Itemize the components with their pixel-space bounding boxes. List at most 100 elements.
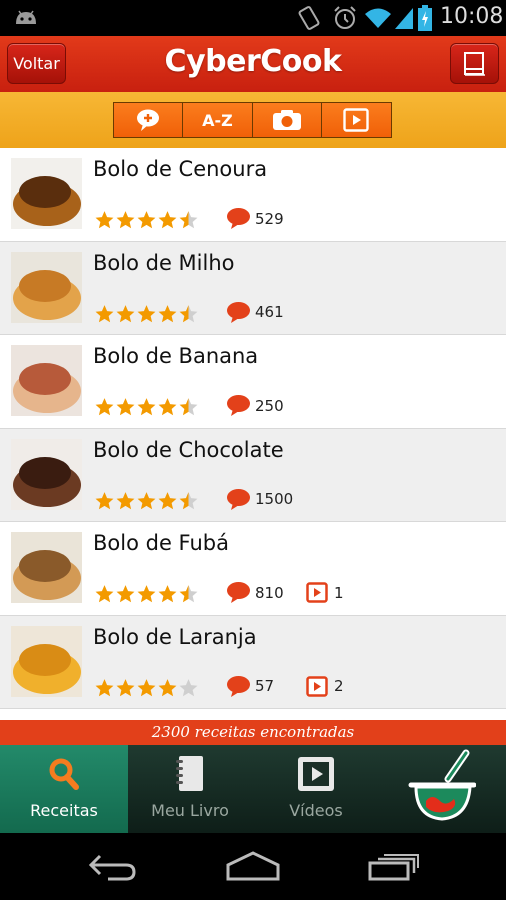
rating-stars bbox=[94, 304, 199, 323]
comment-count-value: 250 bbox=[255, 396, 284, 415]
search-icon bbox=[49, 758, 79, 790]
list-item[interactable]: Bolo de Banana 250 bbox=[0, 335, 506, 429]
comment-plus-icon bbox=[137, 109, 160, 131]
filter-tabs: A-Z bbox=[113, 102, 392, 138]
star-icon bbox=[137, 211, 156, 229]
comment-count: 1500 bbox=[226, 488, 293, 511]
star-icon bbox=[158, 585, 177, 603]
tab-videos[interactable] bbox=[321, 103, 391, 137]
star-icon bbox=[137, 304, 156, 322]
alarm-icon bbox=[334, 6, 356, 29]
star-icon bbox=[158, 398, 177, 416]
rating-stars bbox=[94, 584, 199, 603]
cooking-pot-icon[interactable] bbox=[408, 749, 476, 825]
filter-toolbar: A-Z bbox=[0, 92, 506, 148]
signal-icon bbox=[395, 8, 413, 29]
star-icon bbox=[116, 585, 135, 603]
book-button[interactable] bbox=[450, 43, 499, 84]
back-icon[interactable] bbox=[88, 853, 138, 881]
video-icon bbox=[306, 675, 328, 697]
recent-apps-icon[interactable] bbox=[368, 853, 420, 881]
rating-stars bbox=[94, 397, 199, 416]
tab-comments[interactable] bbox=[114, 103, 184, 137]
comment-count-value: 57 bbox=[255, 677, 275, 695]
list-item[interactable]: Bolo de Laranja 57 2 bbox=[0, 615, 506, 709]
list-item[interactable]: Bolo de Chocolate 1500 bbox=[0, 428, 506, 522]
status-bar: 10:08 bbox=[0, 0, 506, 36]
rating-stars bbox=[94, 210, 199, 229]
tab-az[interactable]: A-Z bbox=[183, 103, 253, 137]
star-icon bbox=[158, 211, 177, 229]
recipe-thumbnail bbox=[11, 438, 82, 510]
nav-tab-receitas[interactable]: Receitas bbox=[0, 745, 128, 833]
star-icon bbox=[158, 304, 177, 322]
nav-tab-label: Receitas bbox=[30, 801, 98, 820]
comment-icon bbox=[227, 395, 250, 416]
video-count: 2 bbox=[306, 675, 344, 697]
comment-count: 461 bbox=[226, 301, 284, 324]
comment-icon bbox=[227, 582, 250, 603]
star-icon bbox=[116, 398, 135, 416]
nav-tab-label: Vídeos bbox=[289, 801, 343, 820]
recipe-title: Bolo de Chocolate bbox=[93, 437, 284, 462]
comment-count: 529 bbox=[226, 207, 284, 230]
rating-stars bbox=[94, 678, 199, 697]
star-icon bbox=[179, 211, 198, 229]
star-icon bbox=[95, 678, 114, 696]
screen-rotation-icon bbox=[298, 6, 320, 30]
star-icon bbox=[137, 398, 156, 416]
comment-count-value: 529 bbox=[255, 209, 284, 228]
battery-charging-icon bbox=[418, 5, 432, 31]
video-count: 1 bbox=[306, 582, 344, 603]
wifi-icon bbox=[365, 8, 391, 28]
star-icon bbox=[95, 304, 114, 322]
comment-count: 250 bbox=[226, 394, 284, 417]
comment-icon bbox=[227, 675, 250, 697]
recipe-title: Bolo de Cenoura bbox=[93, 157, 268, 181]
star-icon bbox=[179, 304, 198, 322]
star-icon bbox=[137, 491, 156, 509]
star-icon bbox=[179, 585, 198, 603]
star-icon bbox=[95, 211, 114, 229]
clock: 10:08 bbox=[440, 4, 504, 29]
star-icon bbox=[179, 678, 198, 696]
comment-count: 810 bbox=[226, 581, 284, 604]
list-item[interactable]: Bolo de Milho 461 bbox=[0, 241, 506, 335]
recipe-thumbnail bbox=[11, 158, 82, 229]
list-item[interactable]: Bolo de Cenoura 529 bbox=[0, 148, 506, 242]
comment-icon bbox=[227, 208, 250, 229]
comment-icon bbox=[227, 301, 250, 323]
android-icon bbox=[16, 10, 36, 24]
recipe-title: Bolo de Fubá bbox=[93, 531, 229, 555]
recipe-title: Bolo de Laranja bbox=[93, 624, 257, 649]
star-icon bbox=[116, 211, 135, 229]
star-icon bbox=[95, 398, 114, 416]
video-icon bbox=[343, 108, 370, 132]
recipe-title: Bolo de Milho bbox=[93, 250, 235, 275]
nav-tab-label: Meu Livro bbox=[151, 801, 229, 820]
recipe-title: Bolo de Banana bbox=[93, 344, 259, 368]
comment-icon bbox=[227, 488, 250, 510]
comment-count-value: 461 bbox=[255, 303, 284, 321]
book-icon bbox=[464, 52, 485, 76]
app-header: Voltar CyberCook bbox=[0, 36, 506, 92]
video-count-value: 2 bbox=[334, 677, 344, 695]
star-icon bbox=[116, 678, 135, 696]
video-count-value: 1 bbox=[334, 583, 344, 602]
recipe-thumbnail bbox=[11, 625, 82, 697]
comment-count-value: 810 bbox=[255, 583, 284, 602]
tab-photos[interactable] bbox=[252, 103, 322, 137]
star-icon bbox=[137, 585, 156, 603]
nav-tab-meu-livro[interactable]: Meu Livro bbox=[126, 745, 254, 833]
video-icon bbox=[298, 757, 334, 791]
nav-tab-videos[interactable]: Vídeos bbox=[252, 745, 380, 833]
star-icon bbox=[95, 585, 114, 603]
system-nav-bar bbox=[0, 833, 506, 900]
home-icon[interactable] bbox=[226, 851, 280, 881]
list-item[interactable] bbox=[0, 709, 506, 720]
recipe-list: Bolo de Cenoura 529 Bolo de Milho 461 Bolo d… bbox=[0, 148, 506, 720]
star-icon bbox=[137, 678, 156, 696]
list-item[interactable]: Bolo de Fubá 810 1 bbox=[0, 522, 506, 616]
star-icon bbox=[179, 398, 198, 416]
recipe-thumbnail bbox=[11, 345, 82, 416]
